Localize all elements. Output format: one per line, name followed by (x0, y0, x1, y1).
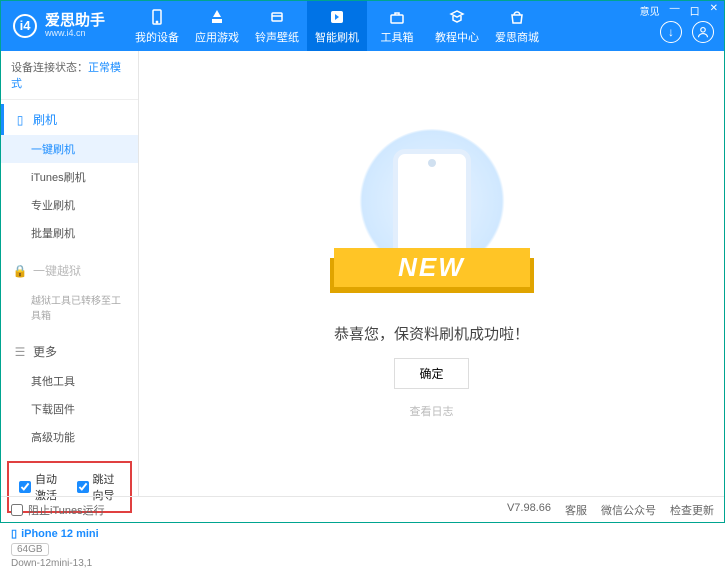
window-controls: 意见 — 口 ✕ (640, 3, 718, 18)
sidebar-section-flash[interactable]: ▯ 刷机 (1, 104, 138, 135)
sidebar-section-more[interactable]: ☰ 更多 (1, 336, 138, 367)
tutorial-icon (448, 8, 466, 26)
main-nav: 我的设备 应用游戏 铃声壁纸 智能刷机 工具箱 教程中心 爱思商城 (127, 1, 547, 51)
brand: i4 爱思助手 www.i4.cn (1, 13, 117, 39)
main-content: NEW 恭喜您，保资料刷机成功啦！ 确定 查看日志 (139, 51, 724, 496)
brand-url: www.i4.cn (45, 29, 105, 39)
sidebar: 设备连接状态：正常模式 ▯ 刷机 一键刷机 iTunes刷机 专业刷机 批量刷机… (1, 51, 139, 496)
sidebar-item-other-tools[interactable]: 其他工具 (1, 367, 138, 395)
titlebar-actions: ↓ (660, 21, 714, 43)
customer-service-link[interactable]: 客服 (565, 502, 587, 518)
store-icon (508, 8, 526, 26)
app-window: i4 爱思助手 www.i4.cn 我的设备 应用游戏 铃声壁纸 智能刷机 工具… (0, 0, 725, 523)
version-label: V7.98.66 (507, 502, 551, 518)
phone-icon: ▯ (13, 113, 27, 127)
device-status: 设备连接状态：正常模式 (1, 51, 138, 100)
view-log-link[interactable]: 查看日志 (410, 403, 454, 419)
nav-flash[interactable]: 智能刷机 (307, 1, 367, 51)
phone-icon (148, 8, 166, 26)
connected-device[interactable]: ▯iPhone 12 mini 64GB Down-12mini-13,1 (1, 519, 138, 577)
close-button[interactable]: ✕ (710, 3, 718, 18)
sidebar-jailbreak-note: 越狱工具已转移至工具箱 (1, 286, 138, 328)
check-update-link[interactable]: 检查更新 (670, 502, 714, 518)
minimize-button[interactable]: — (670, 3, 680, 18)
flash-icon (328, 8, 346, 26)
titlebar: i4 爱思助手 www.i4.cn 我的设备 应用游戏 铃声壁纸 智能刷机 工具… (1, 1, 724, 51)
sidebar-item-oneclick-flash[interactable]: 一键刷机 (1, 135, 138, 163)
statusbar: 阻止iTunes运行 V7.98.66 客服 微信公众号 检查更新 (1, 496, 724, 522)
ok-button[interactable]: 确定 (394, 358, 468, 389)
feedback-link[interactable]: 意见 (640, 3, 660, 18)
lock-icon: 🔒 (13, 264, 27, 278)
success-message: 恭喜您，保资料刷机成功啦！ (334, 323, 529, 344)
nav-apps[interactable]: 应用游戏 (187, 1, 247, 51)
wechat-link[interactable]: 微信公众号 (601, 502, 656, 518)
device-model: Down-12mini-13,1 (11, 558, 128, 569)
nav-my-device[interactable]: 我的设备 (127, 1, 187, 51)
nav-tutorial[interactable]: 教程中心 (427, 1, 487, 51)
sidebar-item-download-firmware[interactable]: 下载固件 (1, 395, 138, 423)
device-capacity: 64GB (11, 543, 49, 556)
sidebar-item-pro-flash[interactable]: 专业刷机 (1, 191, 138, 219)
maximize-button[interactable]: 口 (690, 3, 700, 18)
brand-name: 爱思助手 (45, 13, 105, 30)
download-button[interactable]: ↓ (660, 21, 682, 43)
toolbox-icon (388, 8, 406, 26)
phone-icon: ▯ (11, 527, 17, 540)
menu-icon: ☰ (13, 345, 27, 359)
sidebar-item-advanced[interactable]: 高级功能 (1, 423, 138, 451)
new-ribbon: NEW (334, 248, 530, 287)
sidebar-item-itunes-flash[interactable]: iTunes刷机 (1, 163, 138, 191)
nav-ringtone[interactable]: 铃声壁纸 (247, 1, 307, 51)
success-illustration: NEW (352, 129, 512, 309)
ringtone-icon (268, 8, 286, 26)
nav-store[interactable]: 爱思商城 (487, 1, 547, 51)
block-itunes-checkbox[interactable]: 阻止iTunes运行 (11, 502, 105, 518)
apps-icon (208, 8, 226, 26)
logo-icon: i4 (13, 14, 37, 38)
user-button[interactable] (692, 21, 714, 43)
sidebar-item-batch-flash[interactable]: 批量刷机 (1, 219, 138, 247)
sidebar-section-jailbreak: 🔒 一键越狱 (1, 255, 138, 286)
nav-toolbox[interactable]: 工具箱 (367, 1, 427, 51)
